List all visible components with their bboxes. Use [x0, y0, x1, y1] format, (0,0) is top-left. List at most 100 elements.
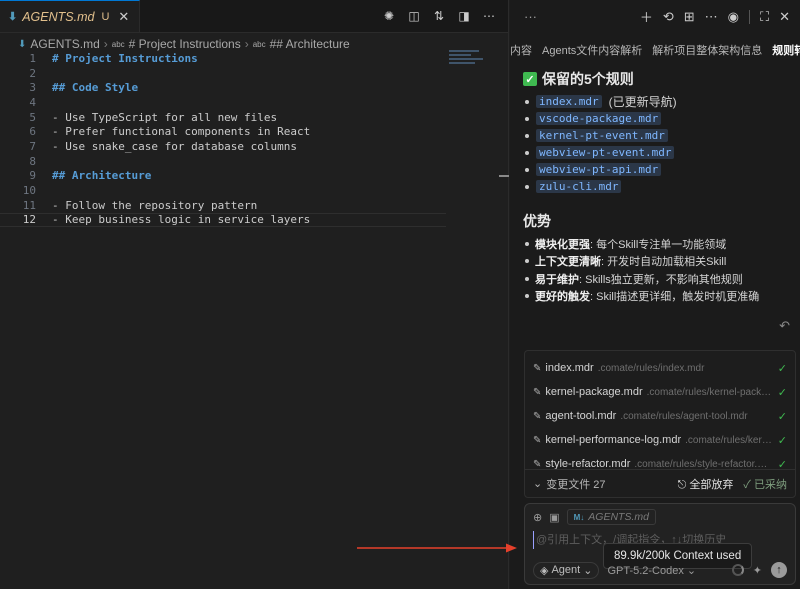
- bullet: [525, 276, 529, 281]
- editor-tab-agents-md[interactable]: ⬇ AGENTS.md U ✕: [0, 0, 141, 32]
- chevron-down-icon[interactable]: ⌄: [533, 477, 542, 490]
- code-line[interactable]: 6 - Prefer functional components in React: [0, 124, 508, 139]
- rule-code[interactable]: webview-pt-api.mdr: [536, 163, 662, 176]
- tab-architecture[interactable]: 解析项目整体架构信息: [652, 42, 762, 58]
- code-line[interactable]: 11 - Follow the repository pattern: [0, 198, 508, 213]
- markdown-file-icon: ⬇: [18, 38, 27, 50]
- check-icon: ✓: [777, 434, 787, 447]
- rule-code[interactable]: index.mdr: [536, 95, 602, 108]
- tab-filename: AGENTS.md: [22, 9, 95, 24]
- bullet: [525, 294, 529, 299]
- rules-heading-text: 保留的5个规则: [542, 71, 634, 87]
- bullet: [525, 150, 529, 155]
- chat-panel: ··· ＋ ⟲ ⊞ ⋯ ◉ ⛶ ✕ 内容 Agents文件内容解析 解析项目整体…: [510, 0, 800, 589]
- layout-icon[interactable]: ⊞: [684, 9, 695, 25]
- changed-files-card: ✎ index.mdr .comate/rules/index.mdr ✓ ✎ kerne…: [524, 350, 796, 498]
- sparkle-icon[interactable]: ✦: [753, 564, 762, 577]
- file-path: .comate/rules/agent-tool.mdr: [620, 410, 748, 422]
- code-line[interactable]: 9 ## Architecture: [0, 169, 508, 184]
- rule-item: vscode-package.mdr: [523, 110, 790, 127]
- changed-file-row[interactable]: ✎ index.mdr .comate/rules/index.mdr ✓: [525, 356, 795, 380]
- line-number: 12: [22, 213, 36, 227]
- bullet: [525, 259, 529, 264]
- image-icon[interactable]: ▣: [549, 511, 559, 524]
- rule-code[interactable]: webview-pt-event.mdr: [536, 146, 675, 159]
- add-context-icon[interactable]: ⊕: [533, 511, 542, 524]
- model-selector[interactable]: GPT-5.2-Codex ⌄: [607, 564, 696, 577]
- check-icon: ✓: [743, 478, 751, 491]
- more-icon[interactable]: ⋯: [705, 9, 718, 25]
- split-editor-icon[interactable]: ◨: [457, 9, 471, 23]
- chat-input-box: ⊕ ▣ M↓ AGENTS.md 89.9k/200k Context used…: [524, 503, 796, 585]
- code-text: - Keep business logic in service layers: [52, 213, 311, 227]
- check-icon: ✓: [777, 362, 787, 375]
- changed-files-count[interactable]: 变更文件 27: [546, 476, 605, 492]
- code-line[interactable]: 7 - Use snake_case for database columns: [0, 139, 508, 154]
- minimap[interactable]: [449, 50, 489, 70]
- breadcrumb-file[interactable]: AGENTS.md: [30, 37, 99, 51]
- code-editor[interactable]: 1 # Project Instructions 2 3 ## Code Style 4 5…: [0, 51, 508, 228]
- rule-item: webview-pt-event.mdr: [523, 144, 790, 161]
- tab-rules-convert[interactable]: 规则转换: [772, 42, 800, 58]
- code-line[interactable]: 1 # Project Instructions: [0, 51, 508, 66]
- file-path: .comate/rules/kernel-packag...: [646, 386, 774, 398]
- close-icon[interactable]: ✕: [118, 9, 129, 25]
- changed-file-row[interactable]: ✎ kernel-package.mdr .comate/rules/kernel-…: [525, 380, 795, 404]
- line-number: 7: [29, 139, 36, 153]
- check-icon: ✓: [777, 386, 787, 399]
- rule-note: (已更新导航): [608, 95, 677, 109]
- code-line[interactable]: 2: [0, 66, 508, 81]
- tab-agents-parse[interactable]: Agents文件内容解析: [542, 42, 642, 58]
- account-icon[interactable]: ◉: [728, 9, 739, 25]
- changed-files-footer: ⌄ 变更文件 27 ⎋ 全部放弃 ✓ 已采纳: [525, 469, 795, 497]
- changed-file-row[interactable]: ✎ agent-tool.mdr .comate/rules/agent-tool.…: [525, 404, 795, 428]
- agent-mode-dropdown[interactable]: ◈ Agent ⌄: [533, 561, 600, 579]
- line-number: 3: [29, 81, 36, 95]
- code-line[interactable]: 12 - Keep business logic in service layer…: [0, 212, 446, 228]
- history-icon[interactable]: ⟲: [663, 9, 674, 25]
- rule-code[interactable]: vscode-package.mdr: [536, 112, 662, 125]
- code-text: ## Architecture: [52, 169, 152, 183]
- rule-code[interactable]: zulu-cli.mdr: [536, 180, 622, 193]
- changed-file-row[interactable]: ✎ kernel-performance-log.mdr .comate/rules…: [525, 428, 795, 452]
- breadcrumb-subsection[interactable]: ## Architecture: [270, 37, 350, 51]
- code-line[interactable]: 4: [0, 95, 508, 110]
- code-line[interactable]: 10: [0, 183, 508, 198]
- file-path: .comate/rules/style-refactor.mdr: [634, 458, 774, 470]
- input-toolbar: ⊕ ▣ M↓ AGENTS.md: [525, 504, 795, 530]
- rule-code[interactable]: kernel-pt-event.mdr: [536, 129, 668, 142]
- code-line[interactable]: 5 - Use TypeScript for all new files: [0, 110, 508, 125]
- advantage-title: 易于维护: [535, 273, 579, 286]
- rule-item: kernel-pt-event.mdr: [523, 127, 790, 144]
- line-number: 9: [29, 169, 36, 183]
- close-panel-icon[interactable]: ✕: [779, 9, 790, 25]
- advantages-list: 模块化更强: 每个Skill专注单一功能领域 上下文更清晰: 开发时自动加载相关S…: [523, 235, 790, 305]
- more-actions-icon[interactable]: ⋯: [482, 9, 496, 23]
- overview-ruler-marker: [499, 175, 509, 177]
- ai-assistant-icon[interactable]: ✺: [382, 9, 396, 23]
- context-chip[interactable]: M↓ AGENTS.md: [566, 509, 656, 525]
- context-usage-ring-icon[interactable]: [731, 564, 744, 576]
- code-line[interactable]: 8: [0, 154, 508, 169]
- send-arrow-icon[interactable]: ↑: [771, 562, 787, 578]
- code-line[interactable]: 3 ## Code Style: [0, 80, 508, 95]
- maximize-icon[interactable]: ⛶: [760, 9, 769, 25]
- open-preview-icon[interactable]: ◫: [407, 9, 421, 23]
- advantage-desc: : Skills独立更新，不影响其他规则: [579, 273, 743, 286]
- line-number: 1: [29, 51, 36, 65]
- bullet: [525, 241, 529, 246]
- panel-more-icon[interactable]: ···: [524, 9, 537, 24]
- discard-all-button[interactable]: ⎋ 全部放弃: [678, 476, 734, 492]
- bullet: [525, 184, 529, 189]
- advantage-title: 更好的触发: [535, 291, 590, 304]
- tab-content[interactable]: 内容: [510, 42, 532, 58]
- compare-changes-icon[interactable]: ⇅: [432, 9, 446, 23]
- line-number: 11: [22, 198, 36, 212]
- undo-icon[interactable]: ↶: [779, 318, 790, 334]
- rule-item: zulu-cli.mdr: [523, 178, 790, 195]
- breadcrumb-section[interactable]: # Project Instructions: [129, 37, 241, 51]
- discard-icon: ⎋: [677, 478, 687, 491]
- tab-untracked-badge: U: [101, 10, 110, 23]
- input-bottom-bar: ◈ Agent ⌄ GPT-5.2-Codex ⌄ ✦ ↑: [533, 561, 787, 579]
- new-chat-icon[interactable]: ＋: [640, 7, 653, 26]
